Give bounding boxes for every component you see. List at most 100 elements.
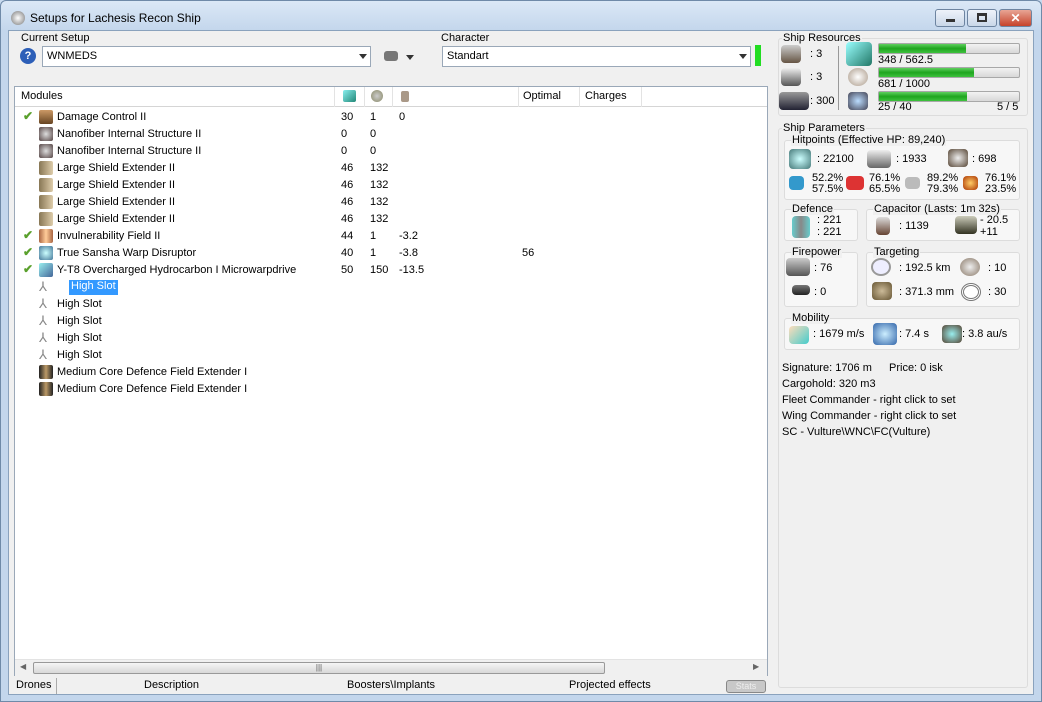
module-name: Damage Control II bbox=[57, 111, 147, 123]
capacitor-header-icon[interactable] bbox=[401, 91, 409, 102]
module-c3: -13.5 bbox=[399, 264, 425, 276]
tab-projected-effects[interactable]: Projected effects bbox=[569, 679, 651, 691]
cpu-icon bbox=[846, 42, 872, 66]
shield-extender-icon bbox=[39, 178, 53, 192]
active-check-icon: ✔ bbox=[23, 245, 34, 259]
damage-control-icon bbox=[39, 110, 53, 124]
ship-menu-button[interactable] bbox=[382, 48, 416, 66]
module-row[interactable]: Medium Core Defence Field Extender I bbox=[15, 364, 767, 381]
character-status-indicator bbox=[755, 45, 761, 66]
module-name: High Slot bbox=[57, 315, 102, 327]
scroll-right-arrow[interactable]: ▶ bbox=[753, 662, 759, 671]
module-c1: 50 bbox=[341, 264, 354, 276]
header-charges[interactable]: Charges bbox=[585, 90, 627, 102]
module-name: Large Shield Extender II bbox=[57, 179, 176, 191]
module-row[interactable]: Large Shield Extender II 46 132 bbox=[15, 194, 767, 211]
high-slot-icon: ⅄ bbox=[39, 279, 47, 294]
high-slot-icon: ⅄ bbox=[39, 330, 47, 345]
fleet-commander-text[interactable]: Fleet Commander - right click to set bbox=[782, 394, 956, 406]
header-modules[interactable]: Modules bbox=[21, 90, 63, 102]
module-row[interactable]: ⅄ High Slot bbox=[15, 330, 767, 347]
help-icon[interactable]: ? bbox=[20, 48, 36, 64]
module-c2: 1 bbox=[370, 230, 377, 242]
module-row[interactable]: ⅄ High Slot bbox=[15, 279, 767, 296]
scrollbar-thumb[interactable]: ||| bbox=[33, 662, 605, 674]
turret-slots-value: : 3 bbox=[810, 48, 823, 60]
window-title: Setups for Lachesis Recon Ship bbox=[30, 11, 201, 25]
capacitor-usage: - 20.5 bbox=[980, 214, 1009, 226]
calibration-icon bbox=[779, 92, 809, 110]
tab-description[interactable]: Description bbox=[144, 679, 199, 691]
module-c1: 46 bbox=[341, 213, 354, 225]
powergrid-value: 681 / 1000 bbox=[878, 78, 930, 90]
module-row[interactable]: Medium Core Defence Field Extender I bbox=[15, 381, 767, 398]
wing-commander-text[interactable]: Wing Commander - right click to set bbox=[782, 410, 956, 422]
sensor-strength-value: : 371.3 mm bbox=[899, 286, 955, 298]
module-c1: 0 bbox=[341, 128, 348, 140]
horizontal-scrollbar[interactable]: ◀ ||| ▶ bbox=[15, 659, 767, 676]
high-slot-icon: ⅄ bbox=[39, 296, 47, 311]
character-value: Standart bbox=[447, 50, 489, 62]
module-row[interactable]: ⅄ High Slot bbox=[15, 313, 767, 330]
launcher-slots-value: : 3 bbox=[810, 71, 823, 83]
module-c2: 132 bbox=[370, 162, 389, 174]
app-icon bbox=[11, 11, 25, 25]
tab-boosters-implants[interactable]: Boosters\Implants bbox=[347, 679, 435, 691]
module-c2: 1 bbox=[370, 247, 377, 259]
powergrid-bar bbox=[878, 67, 1020, 78]
module-row[interactable]: Nanofiber Internal Structure II 0 0 bbox=[15, 143, 767, 160]
tab-drones[interactable]: Drones bbox=[16, 679, 51, 691]
explosive-armor-resist: 23.5% bbox=[985, 183, 1017, 195]
module-row[interactable]: Nanofiber Internal Structure II 0 0 bbox=[15, 126, 767, 143]
module-row[interactable]: Large Shield Extender II 46 132 bbox=[15, 160, 767, 177]
minimize-button[interactable] bbox=[935, 9, 965, 27]
module-c2: 132 bbox=[370, 213, 389, 225]
module-row[interactable]: ⅄ High Slot bbox=[15, 296, 767, 313]
module-name: True Sansha Warp Disruptor bbox=[57, 247, 197, 259]
cpu-header-icon[interactable] bbox=[343, 90, 356, 102]
module-name: Large Shield Extender II bbox=[57, 162, 176, 174]
nanofiber-icon bbox=[39, 127, 53, 141]
module-c3: -3.8 bbox=[399, 247, 418, 259]
character-select[interactable]: Standart bbox=[442, 46, 751, 67]
ship-icon bbox=[384, 51, 398, 61]
module-row[interactable]: ✔ True Sansha Warp Disruptor 40 1 -3.8 56 bbox=[15, 245, 767, 262]
module-c1: 30 bbox=[341, 111, 354, 123]
structure-hp-icon bbox=[948, 149, 968, 167]
module-name: Invulnerability Field II bbox=[57, 230, 161, 242]
defence-icon bbox=[792, 216, 810, 238]
power-header-icon[interactable] bbox=[371, 90, 383, 102]
module-row[interactable]: ⅄ High Slot bbox=[15, 347, 767, 364]
scroll-left-arrow[interactable]: ◀ bbox=[20, 662, 26, 671]
header-optimal[interactable]: Optimal bbox=[523, 90, 561, 102]
module-name: High Slot bbox=[57, 332, 102, 344]
module-row[interactable]: Large Shield Extender II 46 132 bbox=[15, 177, 767, 194]
armor-hp-value: : 1933 bbox=[896, 153, 927, 165]
module-c1: 46 bbox=[341, 179, 354, 191]
armor-hp-icon bbox=[867, 150, 891, 168]
shield-extender-icon bbox=[39, 195, 53, 209]
em-armor-resist: 57.5% bbox=[812, 183, 844, 195]
squad-commander-text[interactable]: SC - Vulture\WNC\FC(Vulture) bbox=[782, 426, 930, 438]
rig-icon bbox=[39, 382, 53, 396]
max-targets-icon bbox=[960, 258, 980, 276]
module-c1: 40 bbox=[341, 247, 354, 259]
cpu-bar bbox=[878, 43, 1020, 54]
maximize-button[interactable] bbox=[967, 9, 997, 27]
nanofiber-icon bbox=[39, 144, 53, 158]
modules-list[interactable]: Modules Optimal Charges ✔ Damage Control … bbox=[14, 86, 768, 676]
module-c1: 44 bbox=[341, 230, 354, 242]
close-button[interactable]: ✕ bbox=[999, 9, 1032, 27]
setup-select[interactable]: WNMEDS bbox=[42, 46, 371, 67]
shield-extender-icon bbox=[39, 212, 53, 226]
module-row[interactable]: ✔ Y-T8 Overcharged Hydrocarbon I Microwar… bbox=[15, 262, 767, 279]
module-row[interactable]: ✔ Invulnerability Field II 44 1 -3.2 bbox=[15, 228, 767, 245]
warp-speed-icon bbox=[942, 325, 962, 343]
capacitor-recharge-icon bbox=[955, 216, 977, 234]
module-row[interactable]: ✔ Damage Control II 30 1 0 bbox=[15, 109, 767, 126]
powergrid-icon bbox=[848, 68, 868, 86]
stats-button[interactable]: Stats bbox=[726, 680, 766, 693]
module-row[interactable]: Large Shield Extender II 46 132 bbox=[15, 211, 767, 228]
module-name: High Slot bbox=[69, 280, 118, 295]
module-c2: 150 bbox=[370, 264, 389, 276]
